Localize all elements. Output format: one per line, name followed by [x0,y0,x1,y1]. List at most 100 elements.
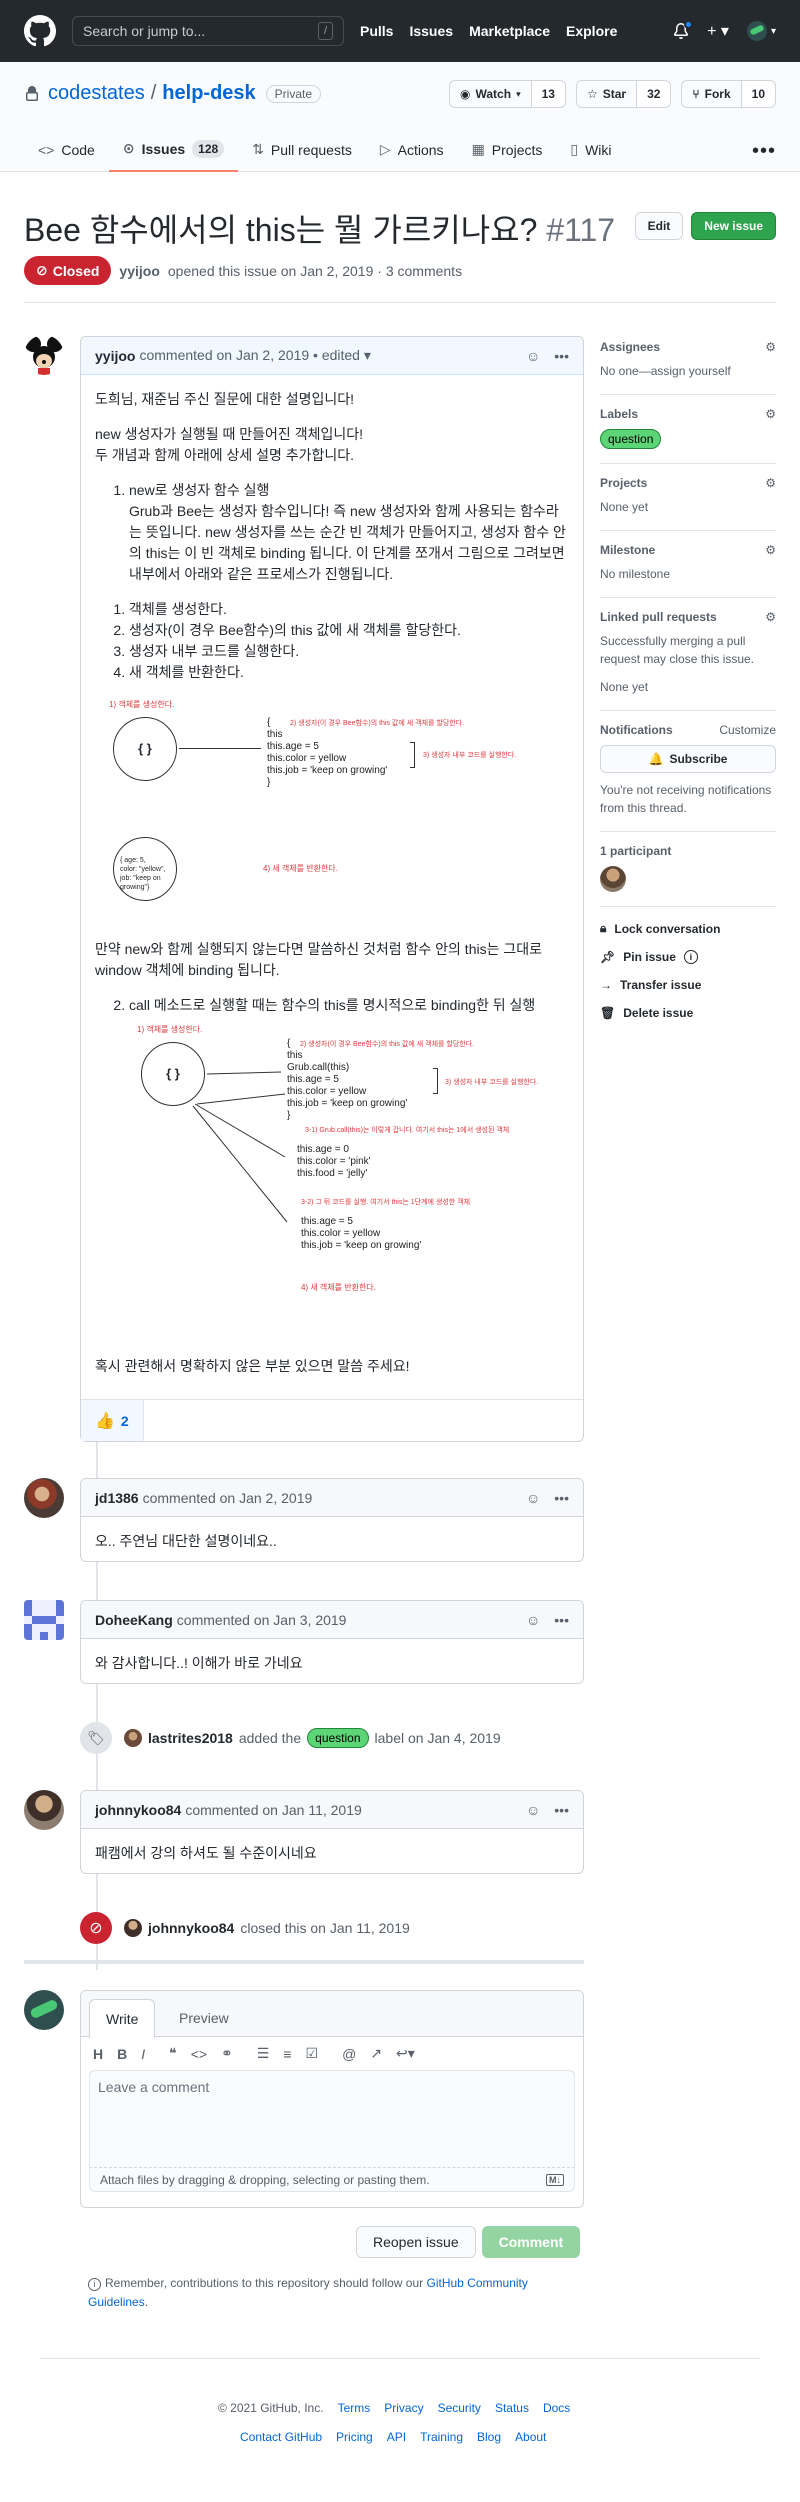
thumbs-up-reaction[interactable]: 👍 2 [81,1400,144,1441]
github-logo-icon[interactable] [24,15,56,47]
subscribe-button[interactable]: 🔔 Subscribe [600,745,776,773]
footer-link[interactable]: Training [420,2430,463,2444]
labels-heading[interactable]: Labels [600,407,638,421]
tab-wiki[interactable]: ▯ Wiki [556,127,625,172]
smiley-icon[interactable]: ☺ [526,1490,540,1506]
kebab-menu-icon[interactable]: ••• [554,348,569,364]
user-avatar-menu[interactable]: ▾ [746,21,776,41]
new-issue-button[interactable]: New issue [691,212,776,240]
numbered-list-icon[interactable]: ≡ [283,2046,291,2062]
comment-author-link[interactable]: jd1386 [95,1490,139,1506]
assignees-value[interactable]: No one—assign yourself [600,362,776,380]
question-label[interactable]: question [307,1728,369,1748]
participant-avatar[interactable] [600,866,626,892]
smiley-icon[interactable]: ☺ [526,1612,540,1628]
comment-button[interactable]: Comment [481,2226,581,2258]
watch-button[interactable]: ◉ Watch ▾ 13 [449,80,566,108]
lock-conversation-button[interactable]: 🔒︎ Lock conversation [600,921,776,936]
mention-icon[interactable]: @ [342,2046,356,2062]
plus-menu-icon[interactable]: + ▾ [707,21,729,41]
star-count[interactable]: 32 [637,81,671,107]
bullet-list-icon[interactable]: ☰ [257,2045,270,2062]
linked-prs-heading[interactable]: Linked pull requests [600,610,717,624]
link-icon[interactable]: ⚭ [221,2045,233,2062]
event-actor-link[interactable]: lastrites2018 [148,1730,233,1746]
reopen-issue-button[interactable]: Reopen issue [356,2226,476,2258]
avatar[interactable] [24,1600,64,1640]
footer-link[interactable]: Blog [477,2430,501,2444]
edit-title-button[interactable]: Edit [634,212,684,240]
tab-projects[interactable]: ▦ Projects [458,127,557,172]
event-actor-link[interactable]: johnnykoo84 [148,1920,234,1936]
actor-avatar[interactable] [124,1919,142,1937]
question-label[interactable]: question [600,429,662,449]
delete-issue-button[interactable]: 🗑︎ Delete issue [600,1006,776,1020]
code-icon[interactable]: <> [191,2046,207,2062]
avatar[interactable] [24,1790,64,1830]
gear-icon[interactable]: ⚙ [765,543,776,557]
nav-issues[interactable]: Issues [409,23,453,39]
attach-bar[interactable]: Attach files by dragging & dropping, sel… [89,2168,575,2192]
nav-pulls[interactable]: Pulls [360,23,393,39]
avatar[interactable] [24,1478,64,1518]
gear-icon[interactable]: ⚙ [765,610,776,624]
search-input[interactable]: Search or jump to... / [72,16,344,46]
comment-meta[interactable]: commented on Jan 2, 2019 [143,1490,313,1506]
more-tabs-icon[interactable]: ••• [752,140,776,163]
repo-name-link[interactable]: help-desk [162,82,255,105]
footer-link[interactable]: Privacy [384,2401,423,2415]
bell-icon[interactable] [673,20,694,39]
projects-heading[interactable]: Projects [600,476,647,490]
gear-icon[interactable]: ⚙ [765,407,776,421]
comment-author-link[interactable]: DoheeKang [95,1612,173,1628]
watch-count[interactable]: 13 [531,81,565,107]
kebab-menu-icon[interactable]: ••• [554,1612,569,1628]
task-list-icon[interactable]: ☑ [306,2045,319,2062]
kebab-menu-icon[interactable]: ••• [554,1490,569,1506]
cross-reference-icon[interactable]: ↗ [370,2045,382,2062]
kebab-menu-icon[interactable]: ••• [554,1802,569,1818]
comment-textarea[interactable]: Leave a comment [89,2070,575,2168]
nav-explore[interactable]: Explore [566,23,617,39]
smiley-icon[interactable]: ☺ [526,348,540,364]
comment-meta[interactable]: commented on Jan 3, 2019 [177,1612,347,1628]
actor-avatar[interactable] [124,1729,142,1747]
bold-icon[interactable]: B [117,2046,127,2062]
tab-write[interactable]: Write [89,1999,156,2038]
current-user-avatar[interactable] [24,1990,64,2030]
fork-count[interactable]: 10 [741,81,775,107]
issue-author-link[interactable]: yyijoo [119,263,159,279]
tab-issues[interactable]: ⊙ Issues 128 [108,127,239,172]
comment-meta[interactable]: commented on Jan 11, 2019 [185,1802,361,1818]
star-button[interactable]: ☆ Star 32 [575,80,672,108]
footer-link[interactable]: Security [438,2401,481,2415]
smiley-icon[interactable]: ☺ [526,1802,540,1818]
footer-link[interactable]: Pricing [336,2430,373,2444]
heading-icon[interactable]: H [93,2046,103,2062]
footer-link[interactable]: Docs [543,2401,570,2415]
repo-owner-link[interactable]: codestates [48,82,145,105]
nav-marketplace[interactable]: Marketplace [469,23,550,39]
customize-link[interactable]: Customize [719,723,776,737]
tab-pull-requests[interactable]: ⇅ Pull requests [238,127,366,172]
comment-author-link[interactable]: johnnykoo84 [95,1802,181,1818]
footer-link[interactable]: Status [495,2401,529,2415]
gear-icon[interactable]: ⚙ [765,476,776,490]
pin-issue-button[interactable]: 📌︎ Pin issue i [600,950,776,964]
footer-link[interactable]: About [515,2430,546,2444]
tab-code[interactable]: <> Code [24,127,109,172]
milestone-heading[interactable]: Milestone [600,543,655,557]
fork-button[interactable]: ⑂ Fork 10 [681,80,776,108]
tab-preview[interactable]: Preview [163,1999,245,2037]
reply-icon[interactable]: ↩▾ [396,2045,415,2062]
italic-icon[interactable]: I [141,2046,145,2062]
comment-author-link[interactable]: yyijoo [95,348,135,364]
gear-icon[interactable]: ⚙ [765,340,776,354]
avatar[interactable] [24,335,64,375]
comment-meta[interactable]: commented on Jan 2, 2019 • edited ▾ [139,347,370,364]
info-icon[interactable]: i [683,950,698,964]
quote-icon[interactable]: ❝ [169,2045,177,2062]
transfer-issue-button[interactable]: → Transfer issue [600,978,776,992]
footer-link[interactable]: Contact GitHub [240,2430,322,2444]
assignees-heading[interactable]: Assignees [600,340,660,354]
